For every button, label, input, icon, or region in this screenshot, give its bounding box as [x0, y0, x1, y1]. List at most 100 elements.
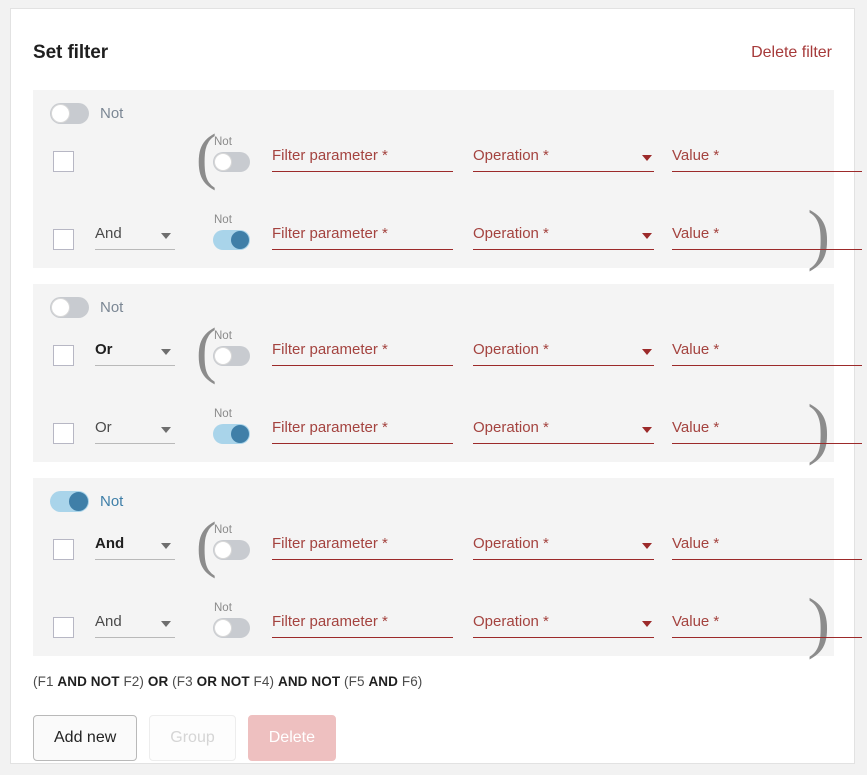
value-input[interactable]: Value *	[672, 416, 862, 444]
filter-groups-list: Not(Not Filter parameter * Operation * Valu…	[33, 90, 862, 672]
group-not-toggle[interactable]	[50, 103, 89, 124]
row-not-control: Not	[213, 408, 253, 444]
chevron-down-icon	[642, 543, 652, 549]
group-not-label: Not	[100, 105, 124, 122]
formula-operator: AND	[368, 674, 398, 689]
row-not-toggle[interactable]	[213, 151, 250, 172]
row-not-toggle[interactable]	[213, 229, 250, 250]
filter-parameter-input[interactable]: Filter parameter *	[272, 338, 453, 366]
logical-connector-select[interactable]: Or	[95, 416, 175, 444]
operation-select[interactable]: Operation *	[473, 222, 654, 250]
group-not-toggle[interactable]	[50, 297, 89, 318]
condition-row: Or) Not Filter parameter * Operation * Value…	[33, 394, 862, 462]
condition-row: And(Not Filter parameter * Operation * Valu…	[33, 514, 862, 578]
formula-operator: OR	[147, 674, 169, 689]
toggle-knob	[214, 346, 232, 365]
group-not-control: Not	[50, 297, 123, 318]
row-select-checkbox[interactable]	[53, 229, 74, 250]
row-not-control: Not	[213, 214, 253, 250]
filter-parameter-input[interactable]: Filter parameter *	[272, 144, 453, 172]
set-filter-card: Set filter Delete filter Not(Not Filter p…	[10, 8, 862, 764]
add-new-button[interactable]: Add new	[33, 715, 138, 761]
operation-select-placeholder: Operation *	[473, 613, 549, 630]
row-select-checkbox[interactable]	[53, 345, 74, 366]
group-not-control: Not	[50, 103, 123, 124]
operation-select[interactable]: Operation *	[473, 144, 654, 172]
row-select-checkbox[interactable]	[53, 151, 74, 172]
formula-text: F6)	[398, 674, 423, 689]
row-select-checkbox[interactable]	[53, 539, 74, 560]
chevron-down-icon	[642, 233, 652, 239]
row-not-toggle[interactable]	[213, 423, 250, 444]
chevron-down-icon	[161, 349, 171, 355]
chevron-down-icon	[161, 427, 171, 433]
connector-value: And	[95, 535, 125, 552]
row-not-label: Not	[214, 602, 232, 614]
toggle-knob	[51, 298, 70, 317]
logical-connector-select[interactable]: And	[95, 222, 175, 250]
logical-connector-select[interactable]: Or	[95, 338, 175, 366]
operation-select-placeholder: Operation *	[473, 419, 549, 436]
row-select-checkbox[interactable]	[53, 423, 74, 444]
connector-inner: Or	[95, 338, 175, 366]
operation-select[interactable]: Operation *	[473, 338, 654, 366]
operation-select-placeholder: Operation *	[473, 535, 549, 552]
operation-select-placeholder: Operation *	[473, 341, 549, 358]
action-button-bar: Add new Group Delete	[33, 715, 336, 761]
operation-select[interactable]: Operation *	[473, 532, 654, 560]
chevron-down-icon	[642, 349, 652, 355]
filter-formula-summary: (F1 AND NOT F2) OR (F3 OR NOT F4) AND NO…	[33, 674, 422, 689]
formula-operator: OR NOT	[196, 674, 250, 689]
card-header: Set filter Delete filter	[11, 9, 854, 79]
condition-row: Or(Not Filter parameter * Operation * Value…	[33, 320, 862, 384]
connector-value: And	[95, 613, 122, 630]
toggle-knob	[214, 618, 232, 637]
row-not-label: Not	[214, 524, 232, 536]
filter-parameter-input-placeholder: Filter parameter *	[272, 225, 388, 242]
filter-parameter-input-placeholder: Filter parameter *	[272, 535, 388, 552]
filter-parameter-input[interactable]: Filter parameter *	[272, 610, 453, 638]
row-select-checkbox[interactable]	[53, 617, 74, 638]
formula-text: F2)	[119, 674, 148, 689]
filter-group: Not And(Not Filter parameter * Operation * V…	[33, 478, 862, 656]
toggle-knob	[231, 424, 249, 443]
formula-text: (F5	[340, 674, 369, 689]
chevron-down-icon	[161, 233, 171, 239]
value-input[interactable]: Value *	[672, 338, 862, 366]
logical-connector-select[interactable]: And	[95, 532, 175, 560]
delete-filter-link[interactable]: Delete filter	[751, 44, 832, 62]
connector-inner: And	[95, 532, 175, 560]
logical-connector-select[interactable]: And	[95, 610, 175, 638]
filter-parameter-input-placeholder: Filter parameter *	[272, 147, 388, 164]
toggle-knob	[69, 492, 88, 511]
filter-parameter-input[interactable]: Filter parameter *	[272, 532, 453, 560]
toggle-knob	[231, 230, 249, 249]
condition-row: And) Not Filter parameter * Operation * Valu…	[33, 588, 862, 656]
value-input[interactable]: Value *	[672, 222, 862, 250]
row-not-toggle[interactable]	[213, 617, 250, 638]
operation-select[interactable]: Operation *	[473, 416, 654, 444]
value-input[interactable]: Value *	[672, 532, 862, 560]
formula-text: (F1	[33, 674, 58, 689]
page-title: Set filter	[33, 42, 109, 63]
filter-parameter-input[interactable]: Filter parameter *	[272, 222, 453, 250]
row-not-control: Not	[213, 524, 253, 560]
group-button: Group	[149, 715, 236, 761]
filter-parameter-input-placeholder: Filter parameter *	[272, 419, 388, 436]
row-not-control: Not	[213, 136, 253, 172]
chevron-down-icon	[161, 543, 171, 549]
operation-select[interactable]: Operation *	[473, 610, 654, 638]
group-not-label: Not	[100, 299, 124, 316]
chevron-down-icon	[161, 621, 171, 627]
formula-operator: AND NOT	[277, 674, 341, 689]
value-input-placeholder: Value *	[672, 613, 720, 630]
group-not-toggle[interactable]	[50, 491, 89, 512]
value-input[interactable]: Value *	[672, 610, 862, 638]
value-input[interactable]: Value *	[672, 144, 862, 172]
row-not-toggle[interactable]	[213, 345, 250, 366]
formula-operator: AND NOT	[57, 674, 120, 689]
condition-row: (Not Filter parameter * Operation * Value *	[33, 126, 862, 190]
filter-parameter-input[interactable]: Filter parameter *	[272, 416, 453, 444]
chevron-down-icon	[642, 621, 652, 627]
row-not-toggle[interactable]	[213, 539, 250, 560]
